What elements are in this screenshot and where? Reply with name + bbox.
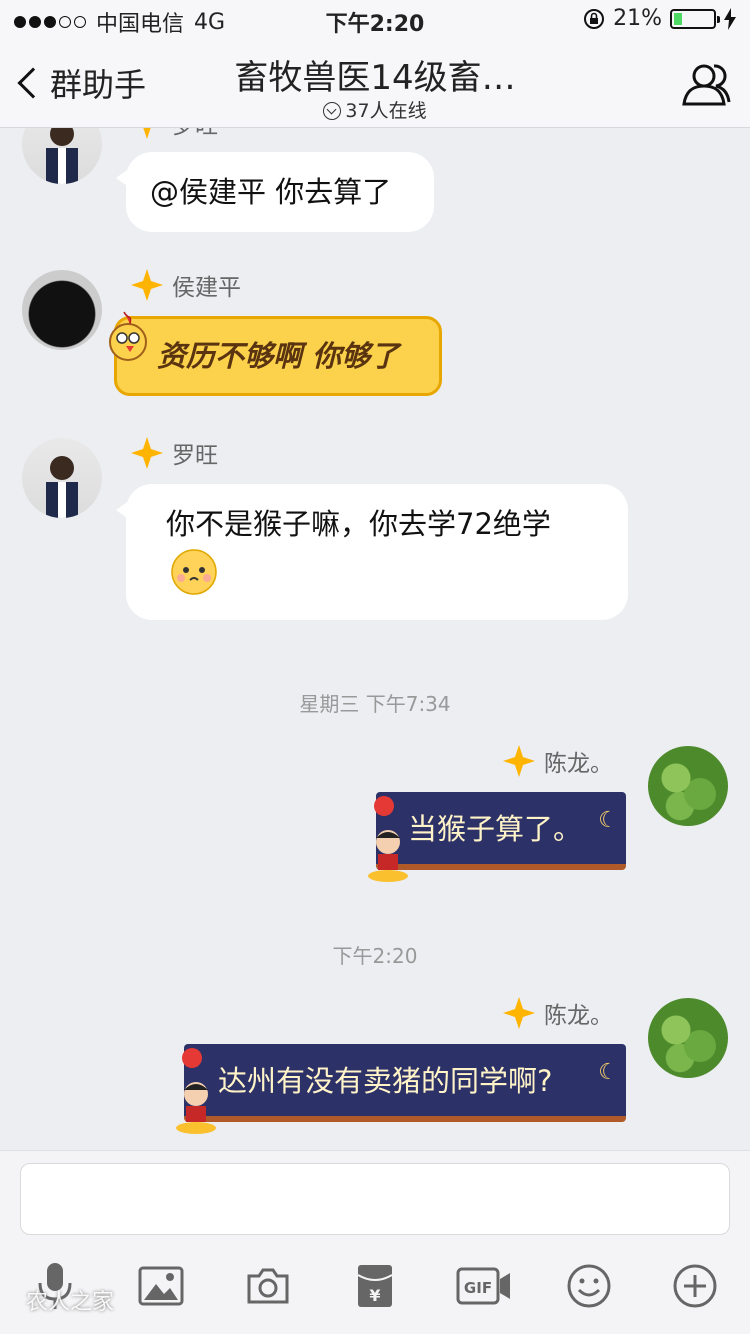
chevron-left-icon bbox=[17, 67, 49, 99]
sender-name: 陈龙。 bbox=[502, 996, 613, 1030]
chat-title: 畜牧兽医14级畜… bbox=[234, 58, 516, 98]
sender-name: 陈龙。 bbox=[502, 744, 613, 778]
group-profile-icon[interactable] bbox=[680, 58, 732, 110]
status-bar: 中国电信 4G 下午2:20 21% bbox=[0, 0, 750, 40]
star-badge-icon bbox=[503, 745, 535, 777]
avatar[interactable] bbox=[22, 438, 102, 518]
battery-percent: 21% bbox=[613, 6, 662, 31]
avatar[interactable] bbox=[648, 746, 728, 826]
back-label: 群助手 bbox=[50, 66, 147, 104]
red-packet-button[interactable]: ¥ bbox=[350, 1261, 400, 1311]
moon-icon: ☾ bbox=[598, 1060, 618, 1085]
star-badge-icon bbox=[503, 997, 535, 1029]
avatar[interactable] bbox=[648, 998, 728, 1078]
chevron-down-icon bbox=[323, 102, 342, 120]
camera-icon bbox=[247, 1268, 289, 1304]
sender-name: 罗旺 bbox=[130, 128, 218, 140]
message-bubble-themed[interactable]: 当猴子算了。 ☾ bbox=[376, 792, 626, 870]
image-button[interactable] bbox=[136, 1261, 186, 1311]
red-packet-icon: ¥ bbox=[357, 1265, 393, 1307]
character-decoration-icon bbox=[368, 796, 408, 882]
gif-icon: GIF bbox=[456, 1267, 510, 1305]
camera-button[interactable] bbox=[243, 1261, 293, 1311]
sender-name: 侯建平 bbox=[130, 268, 241, 302]
timestamp: 下午2:20 bbox=[332, 944, 418, 968]
status-right: 21% bbox=[583, 6, 736, 31]
orientation-lock-icon bbox=[584, 8, 605, 29]
star-badge-icon bbox=[131, 269, 163, 301]
svg-text:GIF: GIF bbox=[464, 1279, 492, 1297]
timestamp: 星期三 下午7:34 bbox=[299, 692, 451, 716]
back-button[interactable]: 群助手 bbox=[14, 60, 146, 106]
plus-icon bbox=[673, 1264, 717, 1308]
emoji-sticker-icon bbox=[171, 549, 217, 595]
watermark: 农人之家 bbox=[26, 1290, 115, 1315]
chick-decoration-icon bbox=[109, 311, 147, 361]
message-bubble-themed[interactable]: 达州有没有卖猪的同学啊? ☾ bbox=[184, 1044, 626, 1122]
more-button[interactable] bbox=[670, 1261, 720, 1311]
battery-icon bbox=[670, 8, 720, 29]
star-badge-icon bbox=[143, 128, 151, 139]
sender-name: 罗旺 bbox=[130, 436, 218, 470]
online-status[interactable]: 37人在线 bbox=[180, 96, 570, 123]
emoji-button[interactable] bbox=[564, 1261, 614, 1311]
chat-messages[interactable]: 罗旺 @侯建平 你去算了 侯建平 资历不够啊 你够了 罗旺 你不是猴子嘛，你去学… bbox=[0, 128, 750, 1158]
charging-icon bbox=[724, 7, 736, 30]
battery-fill bbox=[674, 12, 682, 25]
message-bubble-themed[interactable]: 资历不够啊 你够了 bbox=[114, 316, 442, 396]
gif-button[interactable]: GIF bbox=[456, 1261, 512, 1311]
online-count: 37人在线 bbox=[345, 100, 427, 122]
image-icon bbox=[138, 1266, 184, 1306]
character-decoration-icon bbox=[176, 1048, 216, 1134]
svg-text:¥: ¥ bbox=[369, 1286, 380, 1305]
avatar[interactable] bbox=[22, 270, 102, 350]
message-input[interactable] bbox=[20, 1163, 730, 1235]
emoji-icon bbox=[567, 1264, 611, 1308]
navigation-bar: 群助手 畜牧兽医14级畜… 37人在线 bbox=[0, 40, 750, 128]
message-bubble[interactable]: 你不是猴子嘛，你去学72绝学 bbox=[116, 484, 628, 620]
moon-icon: ☾ bbox=[598, 808, 618, 833]
star-badge-icon bbox=[131, 437, 163, 469]
message-bubble[interactable]: @侯建平 你去算了 bbox=[116, 152, 434, 232]
avatar[interactable] bbox=[22, 128, 102, 184]
